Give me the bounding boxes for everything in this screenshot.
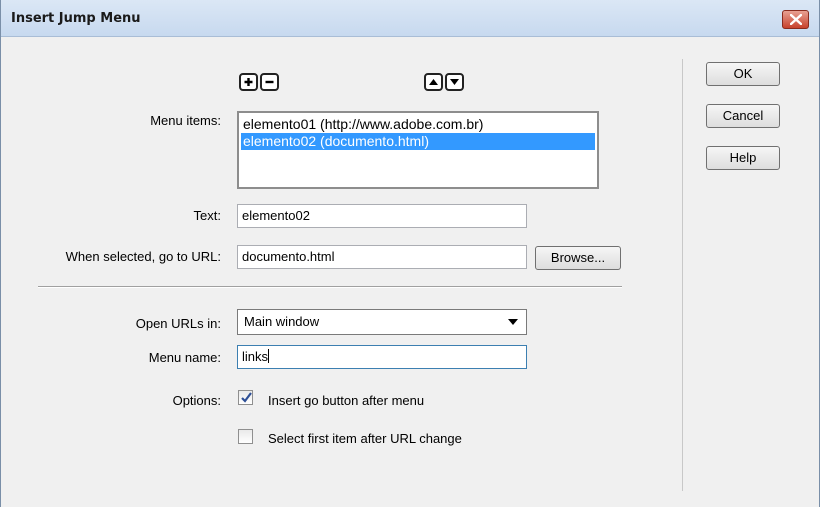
menu-name-input[interactable]: links [237, 345, 527, 369]
remove-item-button[interactable] [260, 73, 279, 91]
url-label: When selected, go to URL: [65, 249, 221, 264]
insert-go-button-checkbox[interactable] [238, 390, 253, 405]
title-bar: Insert Jump Menu [1, 0, 819, 37]
vertical-divider [682, 59, 683, 491]
horizontal-divider [38, 286, 622, 288]
text-input[interactable]: elemento02 [237, 204, 527, 228]
text-cursor [268, 349, 270, 363]
plus-icon [244, 78, 253, 86]
list-item[interactable]: elemento01 (http://www.adobe.com.br) [241, 116, 595, 133]
move-up-button[interactable] [424, 73, 443, 91]
help-button[interactable]: Help [706, 146, 780, 170]
close-icon [790, 14, 802, 25]
open-urls-in-value: Main window [244, 314, 320, 329]
insert-go-button-label[interactable]: Insert go button after menu [268, 393, 424, 408]
select-first-item-label[interactable]: Select first item after URL change [268, 431, 462, 446]
dialog-window: Insert Jump Menu Menu items: elemento01 … [0, 0, 820, 507]
menu-name-label: Menu name: [148, 350, 221, 365]
select-first-item-checkbox[interactable] [238, 429, 253, 444]
ok-button[interactable]: OK [706, 62, 780, 86]
move-down-button[interactable] [445, 73, 464, 91]
options-label: Options: [172, 393, 221, 408]
cancel-button[interactable]: Cancel [706, 104, 780, 128]
open-urls-in-label: Open URLs in: [135, 316, 221, 331]
menu-items-list[interactable]: elemento01 (http://www.adobe.com.br) ele… [237, 111, 599, 189]
menu-name-value: links [242, 349, 269, 364]
list-item-selected[interactable]: elemento02 (documento.html) [241, 133, 595, 150]
triangle-up-icon [429, 79, 438, 85]
text-label: Text: [193, 208, 221, 223]
open-urls-in-select[interactable]: Main window [237, 309, 527, 335]
window-title: Insert Jump Menu [11, 11, 141, 26]
triangle-down-icon [450, 79, 459, 85]
add-item-button[interactable] [239, 73, 258, 91]
browse-button[interactable]: Browse... [535, 246, 621, 270]
checkmark-icon [241, 392, 252, 403]
menu-items-label: Menu items: [150, 113, 221, 128]
close-button[interactable] [782, 10, 809, 29]
minus-icon [265, 80, 274, 84]
url-input[interactable]: documento.html [237, 245, 527, 269]
chevron-down-icon [508, 319, 518, 325]
